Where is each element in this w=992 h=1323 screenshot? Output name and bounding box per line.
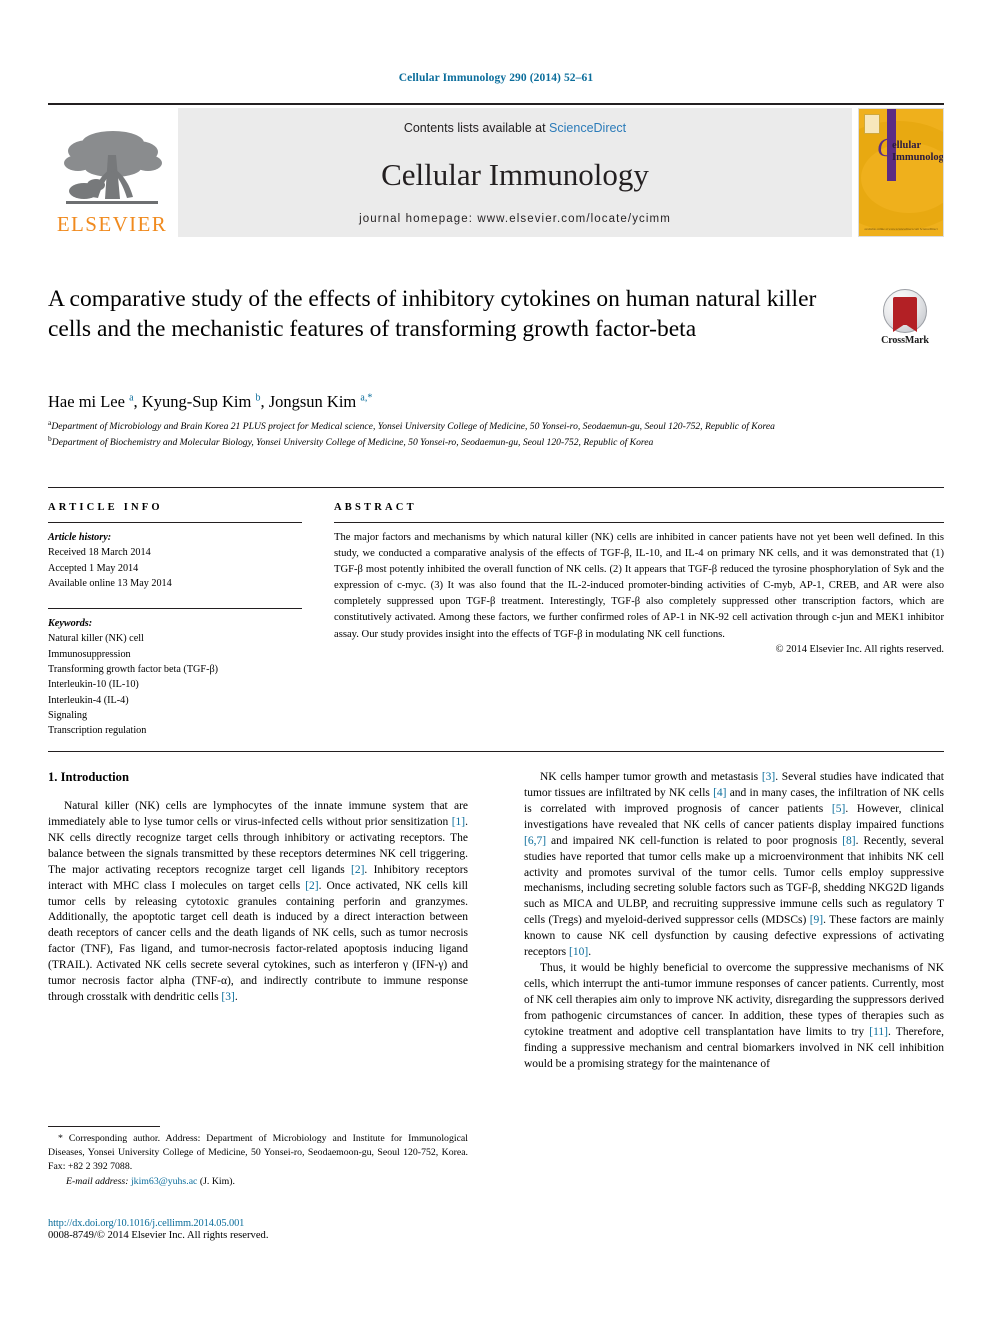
keyword-item: Transforming growth factor beta (TGF-β)	[48, 664, 219, 676]
body-paragraph: Natural killer (NK) cells are lymphocyte…	[48, 800, 468, 1004]
cover-title-line2: Immunology	[892, 152, 944, 164]
crossmark-logo[interactable]: CrossMark	[866, 289, 944, 346]
citation-reference[interactable]: [8]	[842, 835, 855, 847]
abstract-copyright: © 2014 Elsevier Inc. All rights reserved…	[775, 643, 944, 655]
sciencedirect-link[interactable]: ScienceDirect	[549, 121, 626, 135]
citation-reference[interactable]: [5]	[832, 803, 845, 815]
body-paragraph: Thus, it would be highly beneficial to o…	[524, 962, 944, 1070]
email-address-label: E-mail address:	[66, 1176, 129, 1188]
running-head: Cellular Immunology 290 (2014) 52–61	[398, 72, 594, 84]
cover-publisher-badge	[864, 114, 880, 134]
affiliation-b: bDepartment of Biochemistry and Molecula…	[48, 434, 938, 450]
keyword-item: Immunosuppression	[48, 648, 131, 660]
crossmark-label: CrossMark	[881, 335, 929, 346]
citation-reference[interactable]: [4]	[713, 787, 726, 799]
citation-reference[interactable]: [2]	[305, 880, 318, 892]
info-abstract-band: ARTICLE INFO Article history: Received 1…	[48, 487, 944, 752]
citation-reference[interactable]: [2]	[351, 864, 364, 876]
title-area: A comparative study of the effects of in…	[48, 285, 944, 346]
contents-prefix: Contents lists available at	[403, 121, 550, 135]
history-available-online: Available online 13 May 2014	[48, 577, 172, 589]
keyword-item: Natural killer (NK) cell	[48, 633, 144, 645]
article-history-group: Article history: Received 18 March 2014 …	[48, 530, 302, 591]
page-footer: http://dx.doi.org/10.1016/j.cellimm.2014…	[48, 1218, 488, 1241]
body-paragraph: NK cells hamper tumor growth and metasta…	[524, 771, 945, 959]
abstract-column: ABSTRACT The major factors and mechanism…	[320, 502, 944, 739]
keyword-item: Transcription regulation	[48, 725, 147, 737]
doi-link[interactable]: http://dx.doi.org/10.1016/j.cellimm.2014…	[48, 1218, 488, 1229]
keywords-label: Keywords:	[48, 618, 93, 630]
footnote-divider	[48, 1126, 160, 1127]
affiliation-b-text: Department of Biochemistry and Molecular…	[51, 436, 654, 448]
email-address-link[interactable]: jkim63@yuhs.ac	[131, 1176, 197, 1187]
citation-reference[interactable]: [11]	[869, 1026, 888, 1038]
keyword-item: Interleukin-4 (IL-4)	[48, 694, 129, 706]
cover-journal-title: ellular Immunology	[892, 140, 944, 164]
affiliation-a: aDepartment of Microbiology and Brain Ko…	[48, 418, 938, 434]
journal-title: Cellular Immunology	[381, 156, 649, 192]
abstract-heading: ABSTRACT	[334, 502, 417, 513]
journal-cover-thumbnail[interactable]: C ellular Immunology available online at…	[858, 108, 944, 237]
citation-reference[interactable]: [3]	[221, 991, 234, 1003]
crossmark-icon	[883, 289, 927, 333]
body-column-left: 1. Introduction Natural killer (NK) cell…	[48, 770, 468, 1073]
keywords-rule	[48, 608, 302, 610]
journal-homepage-line[interactable]: journal homepage: www.elsevier.com/locat…	[359, 213, 671, 225]
footnote-email-line: E-mail address: jkim63@yuhs.ac (J. Kim).	[48, 1176, 468, 1187]
citation-reference[interactable]: [10]	[569, 946, 588, 958]
journal-masthead: ELSEVIER Contents lists available at Sci…	[48, 103, 944, 237]
citation-reference[interactable]: [9]	[810, 914, 823, 926]
article-info-heading: ARTICLE INFO	[48, 502, 163, 513]
citation-reference[interactable]: [1]	[452, 816, 465, 828]
masthead-center-band: Contents lists available at ScienceDirec…	[178, 108, 852, 237]
article-info-column: ARTICLE INFO Article history: Received 1…	[48, 502, 320, 739]
abstract-rule	[334, 522, 944, 523]
contents-lists-line: Contents lists available at ScienceDirec…	[404, 121, 626, 135]
elsevier-wordmark: ELSEVIER	[56, 212, 168, 236]
elsevier-tree-icon	[64, 131, 162, 204]
article-info-rule	[48, 522, 302, 523]
abstract-text: The major factors and mechanisms by whic…	[334, 532, 944, 640]
article-history-label: Article history:	[48, 532, 112, 543]
body-column-right: NK cells hamper tumor growth and metasta…	[524, 770, 944, 1073]
elsevier-logo: ELSEVIER	[48, 108, 176, 237]
journal-article-page: Cellular Immunology 290 (2014) 52–61 ELS…	[0, 0, 992, 1323]
footnote-text: * Corresponding author. Address: Departm…	[48, 1133, 468, 1173]
body-columns: 1. Introduction Natural killer (NK) cell…	[48, 770, 944, 1073]
citation-reference[interactable]: [3]	[762, 771, 775, 783]
cover-title-line1: ellular	[892, 140, 922, 151]
keyword-item: Signaling	[48, 709, 88, 721]
author-list: Hae mi Lee a, Kyung-Sup Kim b, Jongsun K…	[48, 392, 373, 411]
section-heading-introduction: 1. Introduction	[48, 770, 129, 784]
history-accepted: Accepted 1 May 2014	[48, 562, 139, 574]
cover-footer-text: available online at www.sciencedirect.co…	[864, 226, 938, 231]
corresponding-author-footnote: * Corresponding author. Address: Departm…	[48, 1126, 468, 1187]
history-received: Received 18 March 2014	[48, 547, 151, 559]
page-title: A comparative study of the effects of in…	[48, 286, 817, 342]
affiliation-a-text: Department of Microbiology and Brain Kor…	[51, 421, 775, 433]
issn-copyright-line: 0008-8749/© 2014 Elsevier Inc. All right…	[48, 1230, 269, 1241]
citation-reference[interactable]: [6,7]	[524, 835, 546, 847]
keywords-group: Keywords: Natural killer (NK) cell Immun…	[48, 616, 302, 738]
email-address-suffix: (J. Kim).	[199, 1176, 235, 1188]
affiliations: aDepartment of Microbiology and Brain Ko…	[48, 418, 938, 450]
keyword-item: Interleukin-10 (IL-10)	[48, 679, 139, 691]
